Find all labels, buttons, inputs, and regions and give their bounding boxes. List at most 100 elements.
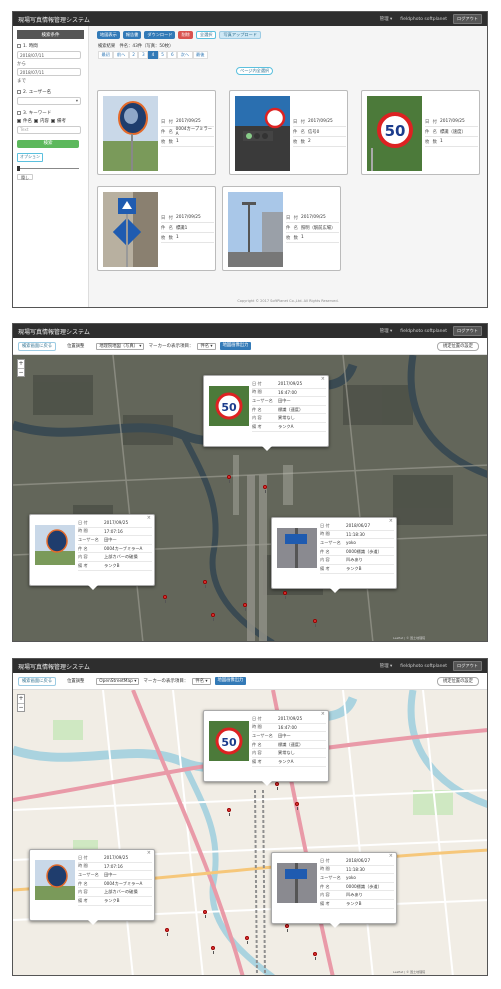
keyword-input[interactable]: Text [17, 125, 81, 134]
slider-handle[interactable] [17, 165, 20, 171]
map-marker[interactable] [243, 603, 247, 611]
checkbox-icon[interactable] [17, 110, 21, 115]
page-link[interactable]: 2 [128, 51, 139, 59]
popup-photo[interactable]: 50 [209, 386, 249, 426]
map-marker[interactable] [163, 595, 167, 603]
page-link[interactable]: 最初 [98, 51, 114, 59]
map-marker[interactable] [203, 910, 207, 918]
popup-photo[interactable] [35, 860, 75, 900]
select-all-button[interactable]: 全選択 [195, 31, 217, 39]
map-marker[interactable] [211, 946, 215, 954]
options-button[interactable]: オプション [17, 152, 43, 162]
map-marker[interactable] [227, 475, 231, 483]
keyword-checkbox-row[interactable]: 3. キーワード [17, 110, 84, 116]
map-print-button[interactable]: 地図画像出力 [214, 677, 247, 685]
set-default-position-button[interactable]: 規定位置の設定 [436, 342, 479, 351]
zoom-in-button[interactable]: + [18, 695, 24, 703]
logout-button[interactable]: ログアウト [453, 661, 482, 671]
photo-card[interactable]: 日 付 2017/09/25 件 名 0004カーブミラーA 枚 数1 [97, 90, 216, 175]
map-view-button[interactable]: 地図表示 [97, 31, 120, 39]
page-link[interactable]: 6 [167, 51, 178, 59]
map-popup[interactable]: × 日 付 2017/09/25 時 間 17:07:16 ユーザー名 田中一 件 名… [29, 514, 155, 590]
map-marker[interactable] [263, 485, 267, 493]
map-popup[interactable]: × 日 付 2018/06/27 時 間 11:18:30 ユーザー名 yoko 件 … [271, 852, 397, 928]
checkbox-icon[interactable] [17, 89, 21, 94]
map-marker[interactable] [313, 952, 317, 960]
page-link[interactable]: 前へ [113, 51, 129, 59]
app-title[interactable]: 現場写真情報管理システム [18, 15, 372, 24]
position-adjust-button[interactable]: 位置調整 [67, 343, 84, 349]
popup-photo[interactable] [277, 528, 317, 568]
map-marker[interactable] [295, 802, 299, 810]
manage-menu[interactable]: 管理 ▾ [380, 328, 393, 334]
manage-menu[interactable]: 管理 ▾ [380, 663, 393, 669]
map-marker[interactable] [275, 782, 279, 790]
page-link[interactable]: 5 [157, 51, 168, 59]
map-marker[interactable] [285, 924, 289, 932]
back-to-search-button[interactable]: 検索画面に戻る [18, 676, 57, 686]
photo-thumbnail[interactable] [235, 96, 290, 171]
app-title[interactable]: 現場写真情報管理システム [18, 327, 372, 336]
map-popup[interactable]: × 50 日 付 2017/09/25 時 間 16:47:00 ユーザー名 田中一 … [203, 375, 329, 451]
map-marker[interactable] [313, 619, 317, 627]
logout-button[interactable]: ログアウト [453, 326, 482, 336]
map-popup[interactable]: × 50 日 付 2017/09/25 時 間 16:47:00 ユーザー名 田中一 … [203, 710, 329, 786]
app-title[interactable]: 現場写真情報管理システム [18, 662, 372, 671]
position-adjust-button[interactable]: 位置調整 [67, 678, 84, 684]
photo-thumbnail[interactable] [228, 192, 283, 267]
page-link[interactable]: 3 [138, 51, 149, 59]
page-link[interactable]: 次へ [177, 51, 193, 59]
date-from-input[interactable]: 2018/07/11 [17, 51, 81, 59]
photo-card[interactable]: 日 付 2017/09/25 件 名標識1 枚 数1 [97, 186, 216, 271]
zoom-out-button[interactable]: − [18, 703, 24, 711]
photo-upload-button[interactable]: 写真アップロード [219, 31, 261, 39]
zoom-in-button[interactable]: + [18, 360, 24, 368]
option-slider[interactable] [17, 165, 79, 171]
photo-thumbnail[interactable] [103, 96, 158, 171]
page-link[interactable]: 最後 [192, 51, 208, 59]
logout-button[interactable]: ログアウト [453, 14, 482, 24]
search-button[interactable]: 検索 [17, 139, 79, 148]
popup-photo[interactable] [35, 525, 75, 565]
popup-photo[interactable] [277, 863, 317, 903]
map-type-select[interactable]: 地理院地図（写真） ▾ [96, 342, 145, 350]
map-marker[interactable] [211, 613, 215, 621]
checkbox-checked-icon[interactable] [17, 118, 21, 123]
delete-button[interactable]: 削除 [178, 31, 193, 39]
map-type-select[interactable]: OpenStreetMap ▾ [96, 677, 140, 685]
map-marker[interactable] [203, 580, 207, 588]
select-page-button[interactable]: ページ内全選択 [236, 67, 274, 75]
download-button[interactable]: ダウンロード [144, 31, 176, 39]
period-checkbox-row[interactable]: 1. 時間 [17, 43, 84, 49]
map-popup[interactable]: × 日 付 2017/09/25 時 間 17:07:16 ユーザー名 田中一 件 名… [29, 849, 155, 925]
popup-photo[interactable]: 50 [209, 721, 249, 761]
map-marker[interactable] [245, 936, 249, 944]
checkbox-icon[interactable] [17, 44, 21, 48]
photo-card[interactable]: 日 付 2017/09/25 件 名信号0 枚 数2 [229, 90, 348, 175]
hide-button[interactable]: 隠し [17, 173, 33, 180]
checkbox-checked-icon[interactable] [51, 118, 55, 123]
user-select[interactable]: ▾ [17, 96, 81, 105]
back-to-search-button[interactable]: 検索画面に戻る [18, 341, 57, 351]
map-print-button[interactable]: 地図画像出力 [219, 342, 252, 350]
street-map[interactable]: Leaflet | © 国土地理院 + − × 50 日 付 2017/09/25 … [13, 690, 487, 975]
photo-thumbnail[interactable] [103, 192, 158, 267]
map-popup[interactable]: × 日 付 2018/06/27 時 間 11:18:30 ユーザー名 yoko 件 … [271, 517, 397, 593]
zoom-out-button[interactable]: − [18, 368, 24, 376]
satellite-map[interactable]: Leaflet | © 国土地理院 + − × 50 日 付 2017/09/25 … [13, 355, 487, 641]
set-default-position-button[interactable]: 規定位置の設定 [436, 677, 479, 686]
map-marker[interactable] [227, 808, 231, 816]
map-marker[interactable] [283, 591, 287, 599]
photo-card[interactable]: 日 付 2017/09/25 件 名照明（駅前広場） 枚 数1 [222, 186, 341, 271]
photo-card[interactable]: 50 日 付 2017/09/25 件 名標識（速度） 枚 数1 [361, 90, 480, 175]
report-button[interactable]: 報告書 [122, 31, 142, 39]
date-to-input[interactable]: 2018/07/11 [17, 68, 81, 76]
photo-thumbnail[interactable]: 50 [367, 96, 422, 171]
checkbox-checked-icon[interactable] [34, 118, 38, 123]
user-checkbox-row[interactable]: 2. ユーザー名 [17, 89, 84, 95]
manage-menu[interactable]: 管理 ▾ [380, 16, 393, 22]
marker-field-select[interactable]: 件名 ▾ [192, 677, 211, 685]
marker-field-select[interactable]: 件名 ▾ [197, 342, 216, 350]
map-marker[interactable] [165, 928, 169, 936]
page-link[interactable]: 4 [148, 51, 158, 59]
